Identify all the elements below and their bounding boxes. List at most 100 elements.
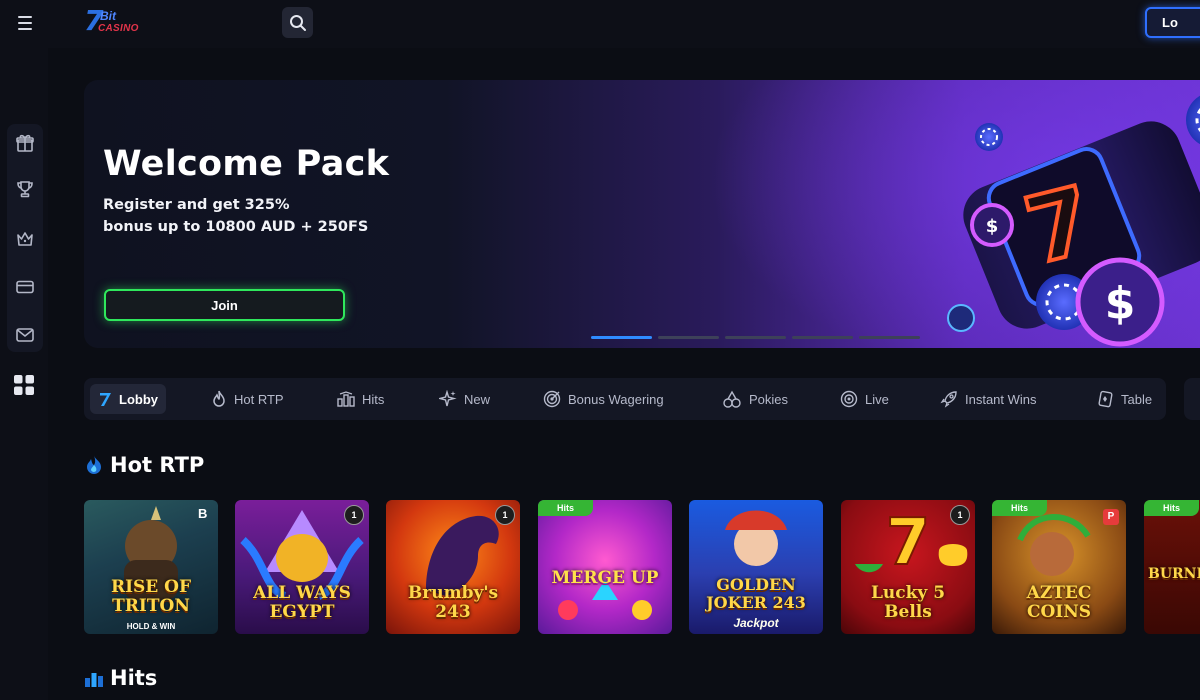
provider-badge: 1 bbox=[495, 505, 515, 525]
provider-badge: 1 bbox=[950, 505, 970, 525]
tiny-coin-a bbox=[947, 304, 975, 332]
bar-chart-icon bbox=[337, 391, 355, 407]
sidebar-item-messages[interactable] bbox=[14, 324, 36, 346]
provider-badge: 1 bbox=[344, 505, 364, 525]
mail-icon bbox=[16, 328, 34, 342]
sidebar-item-vip[interactable] bbox=[14, 228, 36, 250]
tab-bonus-wagering[interactable]: Bonus Wagering bbox=[535, 384, 672, 414]
tab-lobby[interactable]: Lobby bbox=[90, 384, 166, 414]
sidebar bbox=[0, 48, 48, 700]
tab-new-label: New bbox=[464, 391, 491, 407]
svg-text:7: 7 bbox=[886, 506, 931, 580]
tab-live[interactable]: Live bbox=[832, 384, 897, 414]
hits-badge: Hits bbox=[992, 500, 1047, 516]
tab-instant-wins-label: Instant Wins bbox=[965, 391, 1037, 407]
banner-title: Welcome Pack bbox=[103, 144, 390, 184]
hits-badge: Hits bbox=[538, 500, 593, 516]
hamburger-menu-icon[interactable] bbox=[12, 12, 38, 34]
game-name: BURNIN bbox=[1148, 566, 1200, 582]
banner-subtitle-line1: Register and get 325% bbox=[103, 197, 290, 213]
login-button[interactable]: Lo bbox=[1145, 7, 1200, 38]
section-hits: Hits bbox=[84, 666, 157, 690]
tab-pokies-label: Pokies bbox=[749, 391, 789, 407]
section-hot-rtp: Hot RTP bbox=[84, 453, 204, 477]
table-card-icon bbox=[1098, 390, 1113, 408]
banner-pagination bbox=[591, 336, 920, 339]
game-card-brumbys-243[interactable]: 1 Brumby's 243 bbox=[386, 500, 520, 634]
sidebar-item-payments[interactable] bbox=[14, 276, 36, 298]
provider-badge: P bbox=[1103, 509, 1119, 525]
game-name: Brumby's 243 bbox=[407, 583, 499, 622]
tab-instant-wins[interactable]: Instant Wins bbox=[932, 384, 1045, 414]
tab-live-label: Live bbox=[865, 391, 889, 407]
sparkle-icon bbox=[439, 390, 457, 407]
provider-badge: B bbox=[198, 506, 208, 521]
game-card-rise-of-triton[interactable]: B RISE OF TRITON HOLD & WIN bbox=[84, 500, 218, 634]
category-bar-extra[interactable] bbox=[1184, 378, 1200, 420]
flame-icon bbox=[87, 455, 101, 474]
banner-dot-3[interactable] bbox=[725, 336, 786, 339]
game-subtitle: Jackpot bbox=[733, 616, 779, 630]
search-icon bbox=[289, 14, 306, 31]
site-logo[interactable]: 7 Bit CASINO bbox=[84, 4, 144, 40]
game-art bbox=[558, 580, 652, 620]
banner-subtitle-line2: bonus up to 10800 AUD + 250FS bbox=[103, 219, 369, 235]
rocket-icon bbox=[940, 391, 957, 408]
poker-chip bbox=[975, 123, 1003, 151]
top-bar: 7 Bit CASINO Lo bbox=[0, 0, 1200, 48]
game-card-merge-up[interactable]: Hits MERGE UP bbox=[538, 500, 672, 634]
gift-icon bbox=[16, 134, 34, 152]
game-name: MERGE UP bbox=[551, 568, 659, 588]
sidebar-item-tournaments[interactable] bbox=[14, 178, 36, 200]
slot-machine-illustration: 7 $ $ bbox=[947, 95, 1200, 347]
tab-table[interactable]: Table bbox=[1088, 384, 1160, 414]
banner-dot-5[interactable] bbox=[859, 336, 920, 339]
poker-chip-top bbox=[1186, 95, 1200, 145]
logo-bit: Bit bbox=[100, 9, 116, 23]
game-name: Lucky 5 Bells bbox=[870, 583, 946, 622]
tab-new[interactable]: New bbox=[431, 384, 498, 414]
small-coin: $ bbox=[970, 203, 1014, 247]
sidebar-item-gifts[interactable] bbox=[14, 132, 36, 154]
card-icon bbox=[16, 280, 34, 294]
game-card-all-ways-egypt[interactable]: 1 ALL WAYS EGYPT bbox=[235, 500, 369, 634]
trophy-icon bbox=[17, 181, 33, 198]
hits-badge: Hits bbox=[1144, 500, 1199, 516]
logo-casino: CASINO bbox=[98, 23, 139, 34]
banner-dot-2[interactable] bbox=[658, 336, 719, 339]
banner-dot-1[interactable] bbox=[591, 336, 652, 339]
game-card-golden-joker-243[interactable]: GOLDEN JOKER 243 Jackpot bbox=[689, 500, 823, 634]
hot-rtp-games-row: B RISE OF TRITON HOLD & WIN 1 ALL WAYS E… bbox=[84, 500, 1200, 634]
crown-icon bbox=[17, 232, 33, 246]
tab-hot-rtp-label: Hot RTP bbox=[234, 391, 284, 407]
banner-dot-4[interactable] bbox=[792, 336, 853, 339]
search-button[interactable] bbox=[282, 7, 313, 38]
section-hits-title: Hits bbox=[110, 666, 158, 690]
tab-hot-rtp[interactable]: Hot RTP bbox=[203, 384, 292, 414]
welcome-banner[interactable]: Welcome Pack Register and get 325% bonus… bbox=[84, 80, 1200, 348]
grid-icon bbox=[14, 375, 34, 395]
game-card-aztec-coins[interactable]: Hits P AZTEC COINS bbox=[992, 500, 1126, 634]
sidebar-item-grid[interactable] bbox=[13, 374, 35, 396]
tab-bonus-wagering-label: Bonus Wagering bbox=[568, 391, 664, 407]
svg-text:$: $ bbox=[986, 216, 999, 237]
seven-logo-icon bbox=[100, 393, 111, 406]
tab-hits[interactable]: Hits bbox=[329, 384, 392, 414]
banner-subtitle: Register and get 325% bonus up to 10800 … bbox=[103, 194, 423, 238]
category-bar: Lobby Hot RTP Hits New Bonus Wagering Po… bbox=[84, 378, 1166, 420]
target-icon bbox=[543, 390, 561, 408]
game-name: RISE OF TRITON bbox=[110, 577, 192, 616]
game-card-lucky-5-bells[interactable]: 7 1 Lucky 5 Bells bbox=[841, 500, 975, 634]
tab-pokies[interactable]: Pokies bbox=[714, 384, 796, 414]
game-name: GOLDEN JOKER 243 bbox=[706, 575, 806, 612]
game-subtitle: HOLD & WIN bbox=[126, 622, 176, 631]
game-name: AZTEC COINS bbox=[1026, 583, 1092, 622]
game-card-burnin[interactable]: Hits BURNIN bbox=[1144, 500, 1200, 634]
dollar-coin: $ bbox=[1075, 257, 1165, 347]
sidebar-group bbox=[7, 124, 43, 352]
tab-hits-label: Hits bbox=[362, 391, 385, 407]
join-button[interactable]: Join bbox=[104, 289, 345, 321]
cherries-icon bbox=[723, 390, 741, 408]
bar-chart-icon bbox=[85, 673, 103, 687]
svg-text:$: $ bbox=[1105, 278, 1136, 329]
